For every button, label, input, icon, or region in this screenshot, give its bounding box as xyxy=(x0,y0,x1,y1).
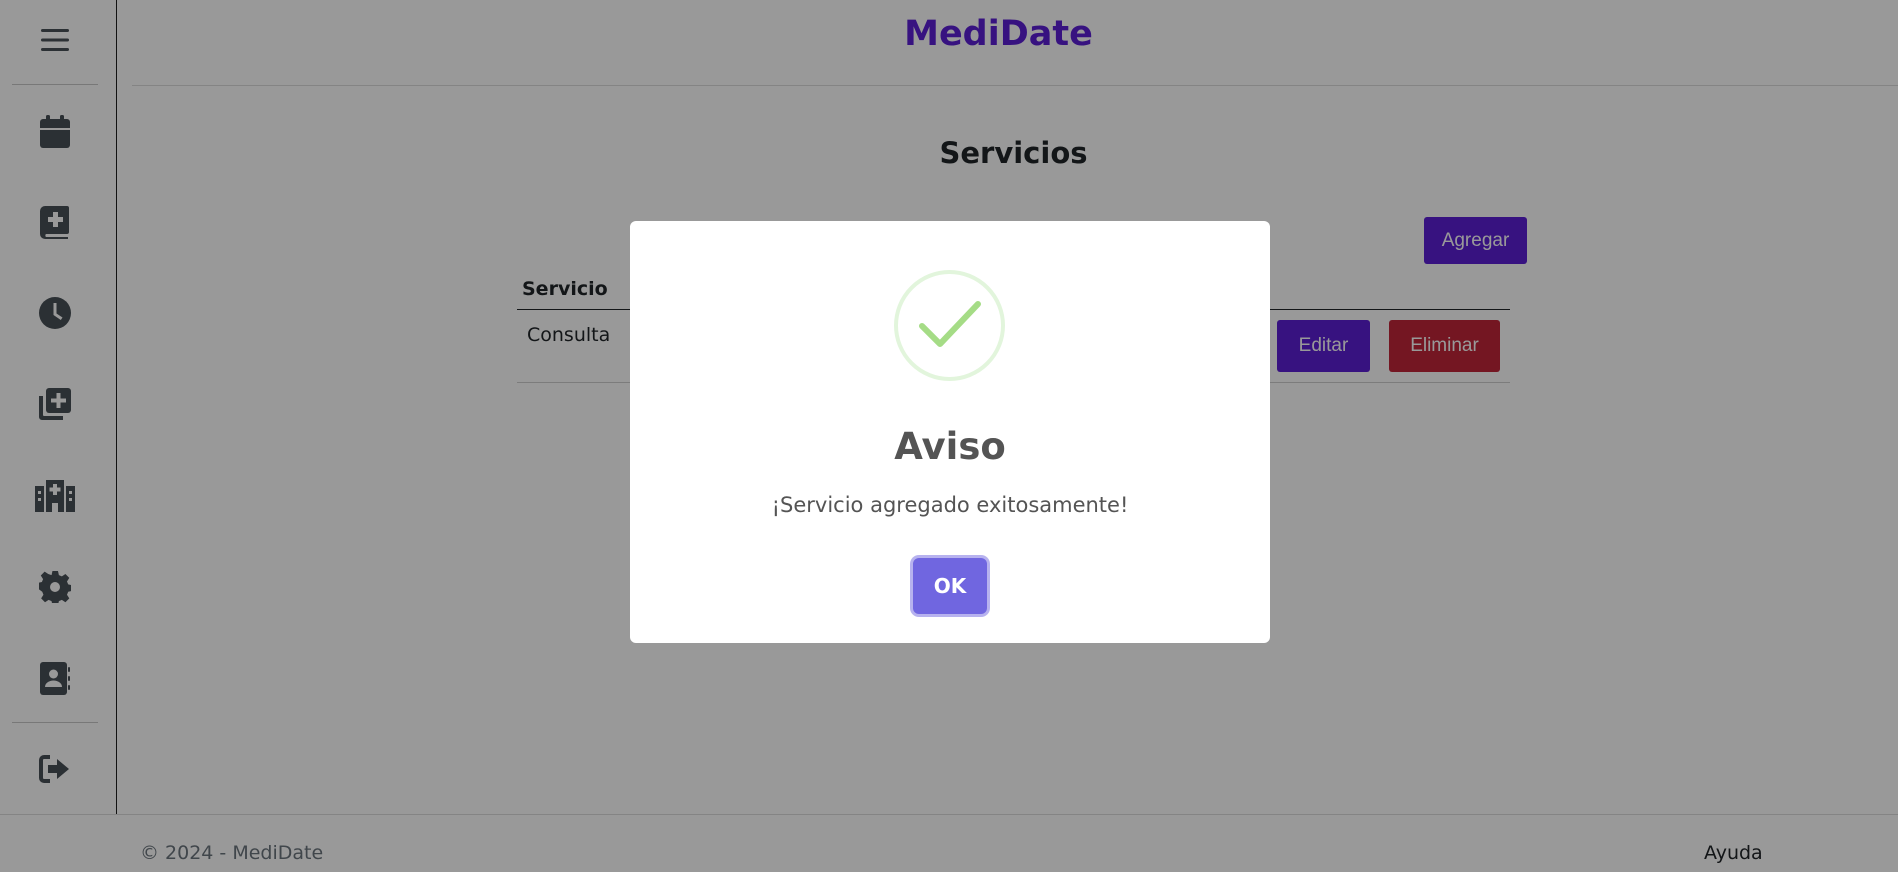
dialog-title: Aviso xyxy=(894,425,1006,468)
ok-button[interactable]: OK xyxy=(913,558,987,614)
dialog-message: ¡Servicio agregado exitosamente! xyxy=(771,493,1129,517)
alert-dialog: Aviso ¡Servicio agregado exitosamente! O… xyxy=(630,221,1270,643)
success-check-icon xyxy=(894,270,1005,381)
